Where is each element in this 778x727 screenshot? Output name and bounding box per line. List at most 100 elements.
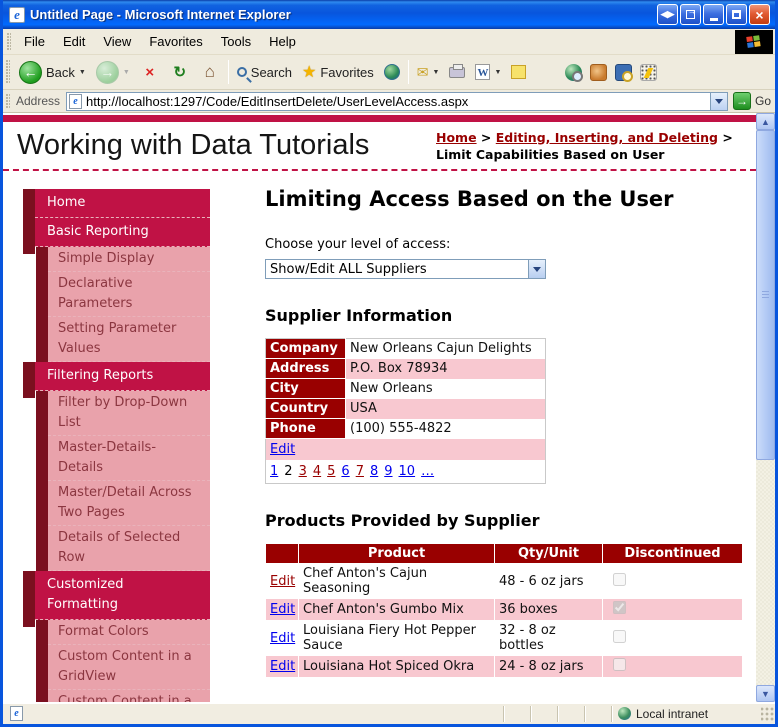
menu-file[interactable]: File — [15, 31, 54, 52]
address-dropdown-button[interactable] — [709, 92, 727, 110]
word-dropdown-caret[interactable]: ▼ — [494, 69, 501, 76]
pager-page-5[interactable]: 5 — [327, 464, 335, 479]
addon-icon[interactable] — [590, 63, 608, 81]
menu-edit[interactable]: Edit — [54, 31, 94, 52]
page-top-red-bar — [3, 115, 756, 122]
products-heading: Products Provided by Supplier — [265, 511, 540, 530]
go-button[interactable]: → Go — [732, 92, 771, 110]
pager-page-7[interactable]: 7 — [356, 464, 364, 479]
mail-button[interactable]: ✉ ▼ — [412, 62, 445, 83]
product-edit-link[interactable]: Edit — [270, 602, 295, 617]
status-bar: e Local intranet — [3, 702, 775, 724]
product-edit-link[interactable]: Edit — [270, 631, 295, 646]
product-row: Edit Chef Anton's Cajun Seasoning 48 - 6 o… — [265, 563, 743, 599]
product-edit-link[interactable]: Edit — [270, 659, 295, 674]
forward-button[interactable]: → ▼ — [91, 59, 135, 86]
sidebar-item-basic-reporting[interactable]: Basic Reporting — [23, 218, 210, 254]
product-name: Louisiana Hot Spiced Okra — [298, 655, 495, 678]
breadcrumb-link-section[interactable]: Editing, Inserting, and Deleting — [496, 130, 718, 145]
back-button[interactable]: ← Back ▼ — [14, 59, 91, 86]
pager-page-6[interactable]: 6 — [341, 464, 349, 479]
home-icon: ⌂ — [204, 62, 215, 81]
menu-favorites[interactable]: Favorites — [140, 31, 211, 52]
status-left-pane: e — [3, 706, 503, 721]
sidebar-item-label: Details of Selected Row — [48, 526, 210, 571]
breadcrumb-link-home[interactable]: Home — [436, 130, 477, 145]
scrollbar-thumb[interactable] — [756, 130, 775, 460]
windows-flag-icon — [746, 35, 762, 49]
sidebar-item-customized-formatting[interactable]: Customized Formatting — [23, 571, 210, 627]
intranet-globe-icon — [618, 707, 631, 720]
scroll-up-button[interactable]: ▲ — [756, 113, 775, 130]
sidebar-item-filtering-reports[interactable]: Filtering Reports — [23, 362, 210, 398]
address-input[interactable] — [86, 93, 710, 109]
stop-icon: × — [145, 63, 155, 81]
menu-grip[interactable] — [7, 32, 11, 51]
product-edit-link[interactable]: Edit — [270, 574, 295, 589]
menu-view[interactable]: View — [94, 31, 140, 52]
toolbar-separator — [407, 60, 409, 84]
discuss-button[interactable] — [506, 63, 531, 81]
resize-window-button[interactable]: ◀▶ — [657, 4, 678, 25]
close-button[interactable]: × — [749, 4, 770, 25]
sidebar-item-master-detail-across-two-pages[interactable]: Master/Detail Across Two Pages — [36, 481, 210, 526]
back-label: Back — [46, 64, 75, 80]
toolbar-grip[interactable] — [6, 60, 10, 84]
pager-page-3[interactable]: 3 — [299, 464, 307, 479]
product-qty: 32 - 8 oz bottles — [494, 620, 603, 656]
pager-page-9[interactable]: 9 — [384, 464, 392, 479]
stop-button[interactable]: × — [135, 60, 165, 84]
menu-help[interactable]: Help — [260, 31, 305, 52]
edit-with-word-button[interactable]: W ▼ — [470, 62, 506, 82]
chevron-down-icon — [533, 266, 541, 272]
pager-page-1[interactable]: 1 — [270, 464, 278, 479]
pager-page-10[interactable]: 10 — [399, 464, 416, 479]
home-button[interactable]: ⌂ — [195, 60, 225, 84]
sidebar-item-setting-parameter-values[interactable]: Setting Parameter Values — [36, 317, 210, 362]
pager-page-8[interactable]: 8 — [370, 464, 378, 479]
grid-lightning-addon-icon[interactable] — [640, 63, 658, 81]
supplier-edit-link[interactable]: Edit — [270, 442, 295, 457]
pager-page-4[interactable]: 4 — [313, 464, 321, 479]
products-col-discontinued: Discontinued — [602, 543, 743, 564]
favorites-button[interactable]: ★ Favorites — [297, 60, 379, 84]
scrollbar-track[interactable] — [756, 460, 775, 685]
book-search-addon-icon[interactable] — [615, 63, 634, 82]
sidebar-item-filter-by-drop-down-list[interactable]: Filter by Drop-Down List — [36, 391, 210, 436]
product-edit-cell: Edit — [265, 598, 299, 621]
search-button[interactable]: Search — [232, 63, 297, 82]
access-level-select[interactable]: Show/Edit ALL Suppliers — [265, 259, 546, 279]
minimize-button[interactable] — [703, 4, 724, 25]
refresh-button[interactable]: ↻ — [165, 60, 195, 84]
product-row: Edit Louisiana Fiery Hot Pepper Sauce 32 -… — [265, 620, 743, 656]
sidebar-item-custom-content-in-a-detailsview[interactable]: Custom Content in a DetailsView — [36, 690, 210, 702]
maximize-button[interactable] — [726, 4, 747, 25]
sidebar-item-home[interactable]: Home — [23, 189, 210, 225]
back-dropdown-caret[interactable]: ▼ — [79, 69, 86, 76]
discontinued-checkbox — [613, 658, 626, 671]
resize-grip[interactable] — [761, 705, 775, 722]
sidebar-item-simple-display[interactable]: Simple Display — [36, 247, 210, 272]
access-level-label: Choose your level of access: — [265, 237, 451, 252]
mail-dropdown-caret[interactable]: ▼ — [433, 69, 440, 76]
sidebar-item-format-colors[interactable]: Format Colors — [36, 620, 210, 645]
browser-window: e Untitled Page - Microsoft Internet Exp… — [0, 0, 778, 727]
sidebar-item-master-details-details[interactable]: Master-Details-Details — [36, 436, 210, 481]
sidebar-item-custom-content-in-a-gridview[interactable]: Custom Content in a GridView — [36, 645, 210, 690]
product-qty: 36 boxes — [494, 598, 603, 621]
sidebar-item-label: Custom Content in a GridView — [48, 645, 210, 690]
maximize-icon — [732, 10, 741, 19]
media-button[interactable] — [379, 62, 405, 82]
sidebar-item-details-of-selected-row[interactable]: Details of Selected Row — [36, 526, 210, 571]
address-grip[interactable] — [6, 94, 10, 108]
sidebar-item-declarative-parameters[interactable]: Declarative Parameters — [36, 272, 210, 317]
select-dropdown-button[interactable] — [528, 260, 545, 278]
chevron-down-icon — [714, 98, 723, 104]
print-button[interactable] — [444, 63, 470, 80]
popout-window-button[interactable]: → — [680, 4, 701, 25]
scroll-down-button[interactable]: ▼ — [756, 685, 775, 702]
pager-more[interactable]: … — [421, 464, 434, 479]
research-addon-icon[interactable] — [565, 63, 584, 82]
menu-tools[interactable]: Tools — [212, 31, 260, 52]
products-col-qty-unit: Qty/Unit — [494, 543, 603, 564]
